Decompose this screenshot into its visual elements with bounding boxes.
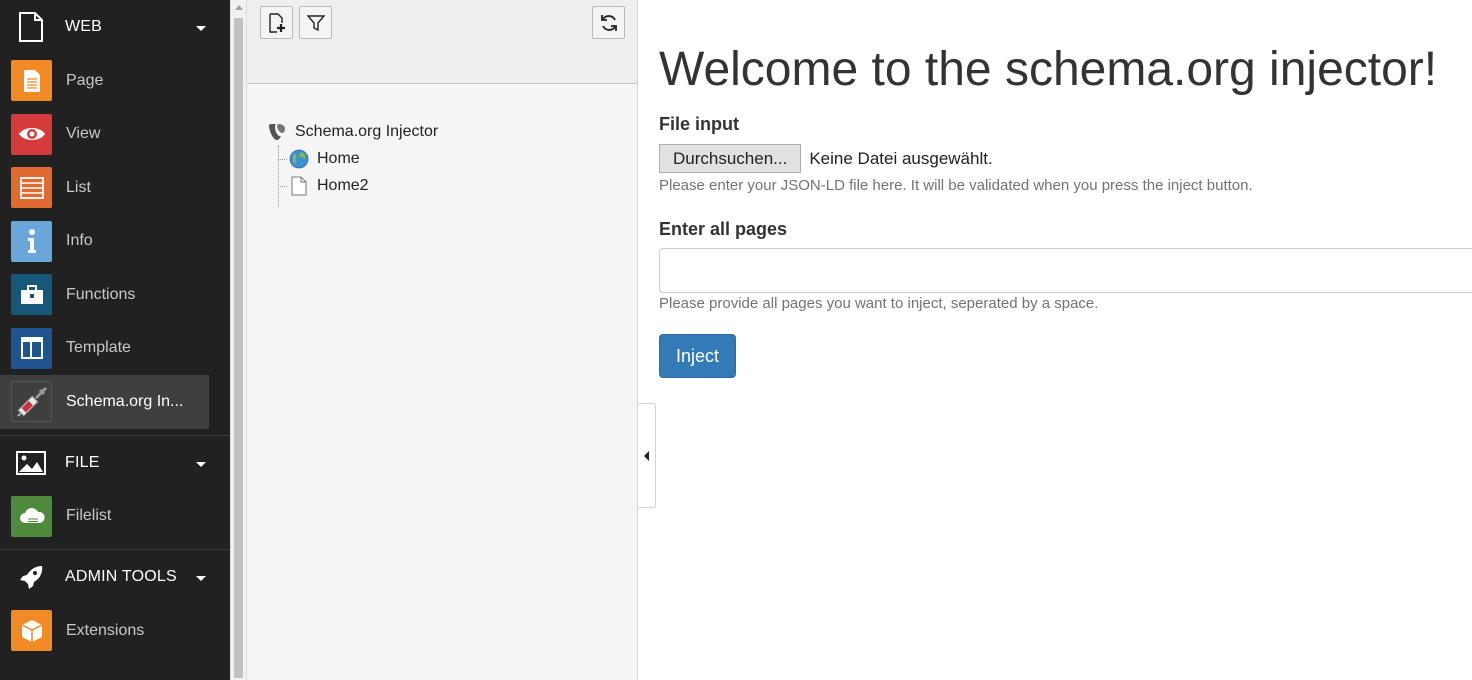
new-page-icon — [268, 12, 285, 33]
file-input-label: File input — [659, 114, 739, 134]
collapse-tree-button[interactable] — [638, 403, 656, 508]
module-label: Filelist — [66, 507, 112, 525]
syringe-icon — [11, 381, 52, 423]
typo3-logo-icon — [267, 122, 287, 142]
page-title: Welcome to the schema.org injector! — [659, 43, 1438, 96]
group-header-file[interactable]: FILE — [0, 436, 230, 490]
filter-icon — [306, 14, 325, 31]
tree-children: Home Home2 — [267, 145, 438, 207]
page-tree-panel: Schema.org Injector Home Home2 — [247, 0, 638, 680]
module-label: Schema.org In... — [66, 392, 184, 410]
module-label: Extensions — [66, 621, 145, 639]
refresh-icon — [600, 14, 617, 31]
info-icon — [11, 220, 52, 262]
inject-button[interactable]: Inject — [659, 334, 736, 378]
rocket-icon — [16, 562, 46, 592]
chevron-down-icon — [196, 576, 206, 581]
globe-icon — [289, 149, 309, 169]
module-item-view[interactable]: View — [0, 108, 209, 162]
scroll-up-arrow-icon[interactable] — [235, 5, 243, 10]
toolbox-icon — [11, 274, 52, 316]
pages-label: Enter all pages — [659, 219, 788, 239]
eye-icon — [11, 113, 52, 155]
module-label: Functions — [66, 285, 136, 303]
tree-node-label: Home — [317, 149, 360, 167]
chevron-down-icon — [196, 461, 206, 467]
tree-node-label: Schema.org Injector — [295, 122, 439, 140]
group-label-web: WEB — [65, 18, 103, 35]
page-icon — [16, 12, 46, 42]
module-item-page[interactable]: Page — [0, 54, 209, 108]
module-label: List — [66, 178, 91, 196]
module-menu: WEB Page View List Info Functions Templa… — [0, 0, 230, 680]
module-item-template[interactable]: Template — [0, 322, 209, 376]
browse-button[interactable]: Durchsuchen... — [659, 144, 802, 173]
module-item-extensions[interactable]: Extensions — [0, 604, 209, 658]
module-item-schema-org-injector[interactable]: Schema.org In... — [0, 375, 209, 429]
cloud-icon — [11, 495, 52, 537]
tree-node-label: Home2 — [317, 176, 369, 194]
module-item-list[interactable]: List — [0, 161, 209, 215]
page-module-icon — [11, 60, 52, 102]
page-tree-toolbar — [247, 0, 637, 84]
box-icon — [11, 610, 52, 652]
module-label: Page — [66, 71, 104, 89]
module-item-filelist[interactable]: Filelist — [0, 490, 209, 544]
file-input: Durchsuchen... Keine Datei ausgewählt. — [659, 144, 993, 173]
image-icon — [16, 448, 46, 478]
module-menu-scrollbar[interactable] — [230, 0, 247, 680]
filter-button[interactable] — [299, 6, 332, 39]
module-label: View — [66, 125, 101, 143]
refresh-button[interactable] — [592, 6, 625, 39]
document-icon — [289, 176, 309, 196]
group-label-file: FILE — [65, 453, 100, 471]
new-page-button[interactable] — [260, 6, 293, 39]
caret-left-icon — [644, 450, 649, 461]
tree-node-home[interactable]: Home — [277, 145, 438, 172]
module-item-info[interactable]: Info — [0, 215, 209, 269]
group-label-admin-tools: ADMIN TOOLS — [65, 568, 177, 585]
list-icon — [11, 167, 52, 209]
tree-root-node[interactable]: Schema.org Injector — [267, 118, 438, 145]
pages-help: Please provide all pages you want to inj… — [659, 295, 1099, 312]
page-tree: Schema.org Injector Home Home2 — [267, 118, 438, 207]
tree-node-home2[interactable]: Home2 — [277, 172, 438, 199]
file-input-help: Please enter your JSON-LD file here. It … — [659, 177, 1253, 194]
no-file-selected-text: Keine Datei ausgewählt. — [809, 148, 993, 168]
module-item-functions[interactable]: Functions — [0, 268, 209, 322]
template-icon — [11, 327, 52, 369]
chevron-down-icon — [196, 26, 206, 31]
module-label: Info — [66, 232, 93, 250]
pages-input[interactable] — [659, 248, 1472, 293]
group-header-admin-tools[interactable]: ADMIN TOOLS — [0, 550, 230, 604]
module-content: Welcome to the schema.org injector! File… — [659, 0, 1472, 680]
group-header-web[interactable]: WEB — [0, 0, 230, 54]
scrollbar-thumb[interactable] — [234, 18, 243, 678]
module-label: Template — [66, 339, 131, 357]
